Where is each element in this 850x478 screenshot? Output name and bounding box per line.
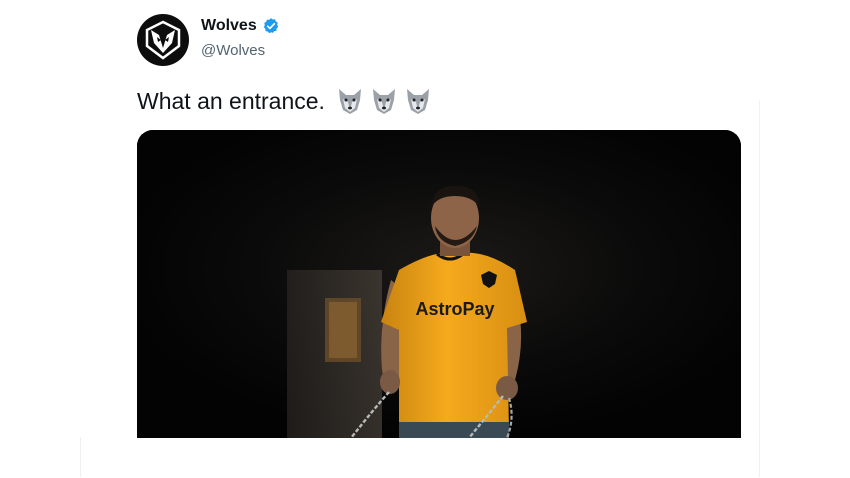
wolf-emoji-icon <box>369 86 399 116</box>
tweet: Wolves @Wolves What an entrance. AstroPa… <box>0 0 850 478</box>
tweet-text: What an entrance. <box>137 86 433 116</box>
divider <box>759 437 760 477</box>
tweet-footer-border <box>80 437 760 477</box>
tweet-body: What an entrance. <box>137 87 325 114</box>
tweet-photo[interactable]: AstroPay <box>137 130 741 438</box>
avatar[interactable] <box>137 14 189 66</box>
wolf-logo-icon <box>145 20 181 60</box>
wolf-emoji-icon <box>335 86 365 116</box>
emoji-group <box>335 86 433 116</box>
handle[interactable]: @Wolves <box>201 42 265 59</box>
shirt-sponsor-text: AstroPay <box>415 299 494 319</box>
divider <box>80 437 81 477</box>
divider <box>759 100 760 437</box>
verified-badge-icon <box>262 17 280 35</box>
display-name[interactable]: Wolves <box>201 17 257 35</box>
name-row: Wolves <box>201 17 280 35</box>
wolf-emoji-icon <box>403 86 433 116</box>
